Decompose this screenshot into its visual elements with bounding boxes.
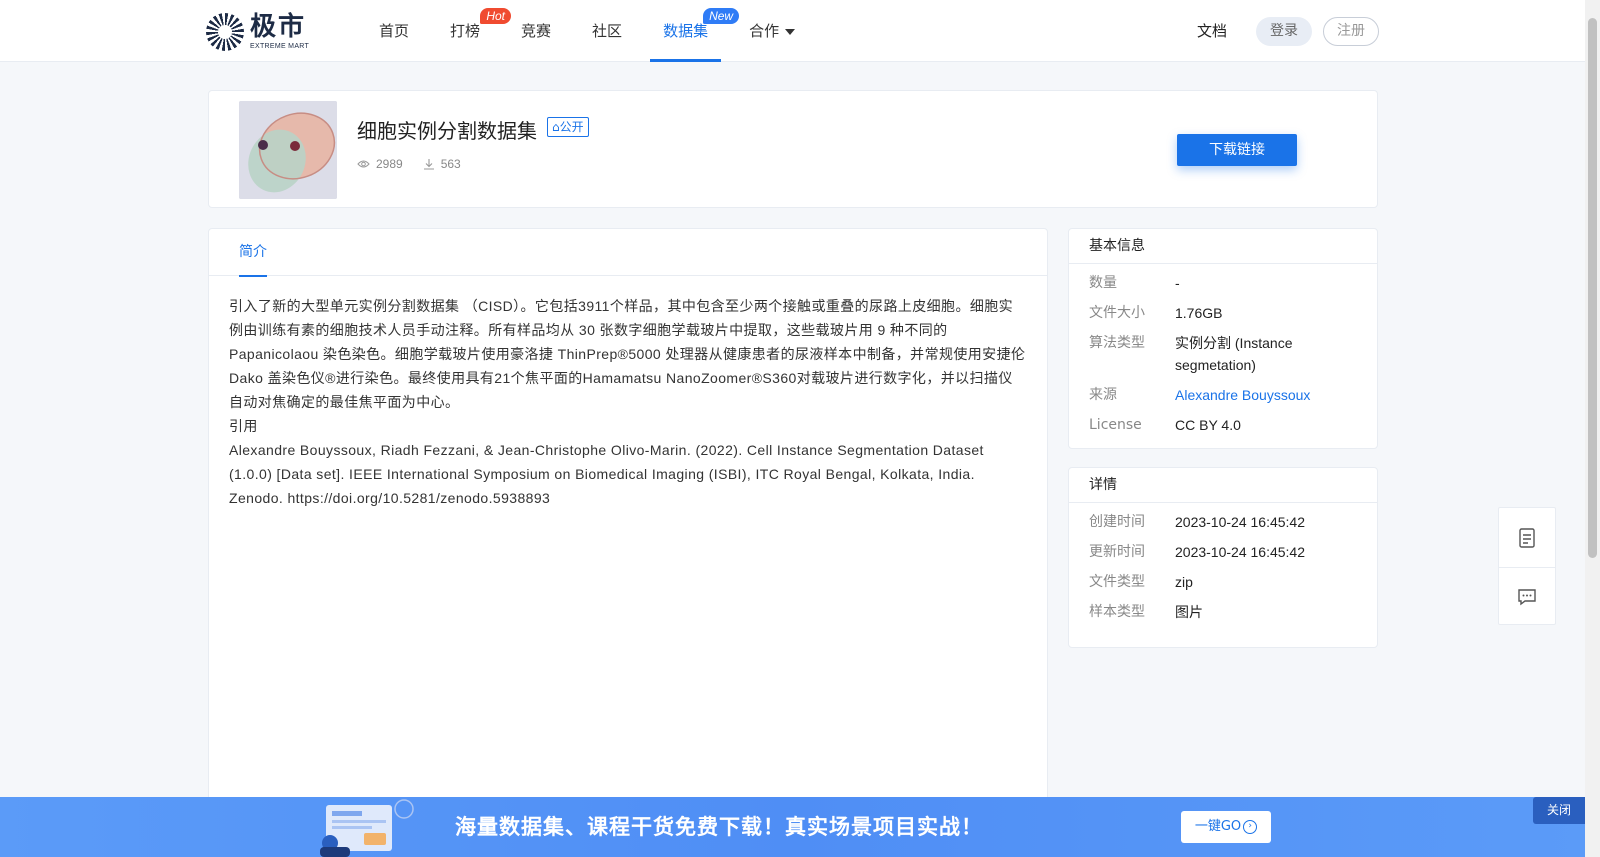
nav-item-cooperation[interactable]: 合作 — [736, 0, 808, 62]
info-row-file-size: 文件大小 1.76GB — [1089, 305, 1223, 321]
top-header: 极市 EXTREME MART 首页 打榜 Hot 竞赛 社区 数据集 New 合作… — [0, 0, 1585, 62]
citation-heading: 引用 — [229, 418, 258, 434]
feedback-button[interactable] — [1499, 567, 1555, 626]
detail-row-file-type: 文件类型 zip — [1089, 574, 1193, 590]
new-badge: New — [703, 8, 740, 24]
docs-link[interactable]: 文档 — [1197, 20, 1227, 41]
promo-illustration — [320, 799, 414, 857]
info-row-license: License CC BY 4.0 — [1089, 417, 1241, 433]
details-card: 详情 创建时间 2023-10-24 16:45:42 更新时间 2023-10… — [1068, 467, 1378, 648]
logo-icon — [206, 13, 244, 51]
views-count: 2989 — [376, 157, 403, 171]
register-button[interactable]: 注册 — [1323, 17, 1379, 46]
detail-row-sample-type: 样本类型 图片 — [1089, 604, 1203, 620]
citation-text: Alexandre Bouyssoux, Riadh Fezzani, & Je… — [229, 442, 984, 506]
scrollbar-thumb[interactable] — [1588, 18, 1597, 558]
source-link[interactable]: Alexandre Bouyssoux — [1175, 384, 1310, 406]
logo-name-cn: 极市 — [250, 12, 307, 42]
page-scrollbar[interactable] — [1585, 0, 1600, 857]
dataset-stats: 2989 563 — [357, 157, 481, 171]
basic-info-heading: 基本信息 — [1069, 229, 1377, 264]
views-stat: 2989 — [357, 157, 403, 171]
logo-name-en: EXTREME MART — [250, 43, 310, 50]
nav-item-leaderboard[interactable]: 打榜 Hot — [437, 0, 512, 62]
document-icon — [1519, 527, 1535, 548]
nav-item-home[interactable]: 首页 — [366, 0, 422, 62]
dataset-title: 细胞实例分割数据集 — [357, 119, 537, 143]
promo-text: 海量数据集、课程干货免费下载！真实场景项目实战！ — [455, 815, 983, 839]
basic-info-card: 基本信息 数量 - 文件大小 1.76GB 算法类型 实例分割 (Instanc… — [1068, 228, 1378, 449]
intro-content: 引入了新的大型单元实例分割数据集 （CISD）。它包括3911个样品，其中包含至… — [209, 276, 1047, 510]
nav-item-community[interactable]: 社区 — [579, 0, 635, 62]
site-logo[interactable]: 极市 EXTREME MART — [206, 13, 309, 51]
dataset-description: 引入了新的大型单元实例分割数据集 （CISD）。它包括3911个样品，其中包含至… — [229, 298, 1026, 410]
detail-row-created: 创建时间 2023-10-24 16:45:42 — [1089, 514, 1305, 530]
tab-bar: 简介 — [209, 229, 1047, 277]
dataset-header-card: 细胞实例分割数据集 ⌂公开 2989 563 下载链接 — [208, 90, 1378, 208]
arrow-circle-icon: › — [1243, 819, 1258, 834]
downloads-count: 563 — [440, 157, 461, 171]
banner-close-button[interactable]: 关闭 — [1533, 797, 1585, 824]
dataset-thumbnail — [239, 101, 337, 199]
floating-toolbar — [1498, 507, 1556, 625]
caret-down-icon — [785, 28, 796, 35]
chat-icon — [1518, 589, 1536, 606]
nav-item-datasets[interactable]: 数据集 New — [650, 0, 740, 62]
tab-intro[interactable]: 简介 — [239, 229, 267, 277]
download-icon — [423, 159, 434, 170]
info-row-algorithm: 算法类型 实例分割 (Instance segmetation) — [1089, 335, 1293, 373]
nav-item-competition[interactable]: 竞赛 — [508, 0, 564, 62]
detail-row-updated: 更新时间 2023-10-24 16:45:42 — [1089, 544, 1305, 560]
login-button[interactable]: 登录 — [1256, 17, 1312, 46]
promo-banner: 海量数据集、课程干货免费下载！真实场景项目实战！ 一键GO › — [0, 797, 1585, 857]
details-heading: 详情 — [1069, 468, 1377, 503]
intro-panel: 简介 引入了新的大型单元实例分割数据集 （CISD）。它包括3911个样品，其中… — [208, 228, 1048, 857]
download-link-button[interactable]: 下载链接 — [1177, 134, 1297, 166]
public-tag: ⌂公开 — [547, 117, 589, 137]
document-button[interactable] — [1499, 508, 1555, 567]
eye-icon — [357, 160, 370, 168]
downloads-stat: 563 — [423, 157, 461, 171]
main-nav: 首页 打榜 Hot 竞赛 社区 数据集 New 合作 — [366, 0, 823, 62]
lock-icon: ⌂ — [552, 120, 560, 134]
hot-badge: Hot — [480, 8, 512, 24]
info-row-count: 数量 - — [1089, 275, 1180, 291]
go-button[interactable]: 一键GO › — [1181, 811, 1271, 843]
info-row-source: 来源 Alexandre Bouyssoux — [1089, 384, 1357, 406]
